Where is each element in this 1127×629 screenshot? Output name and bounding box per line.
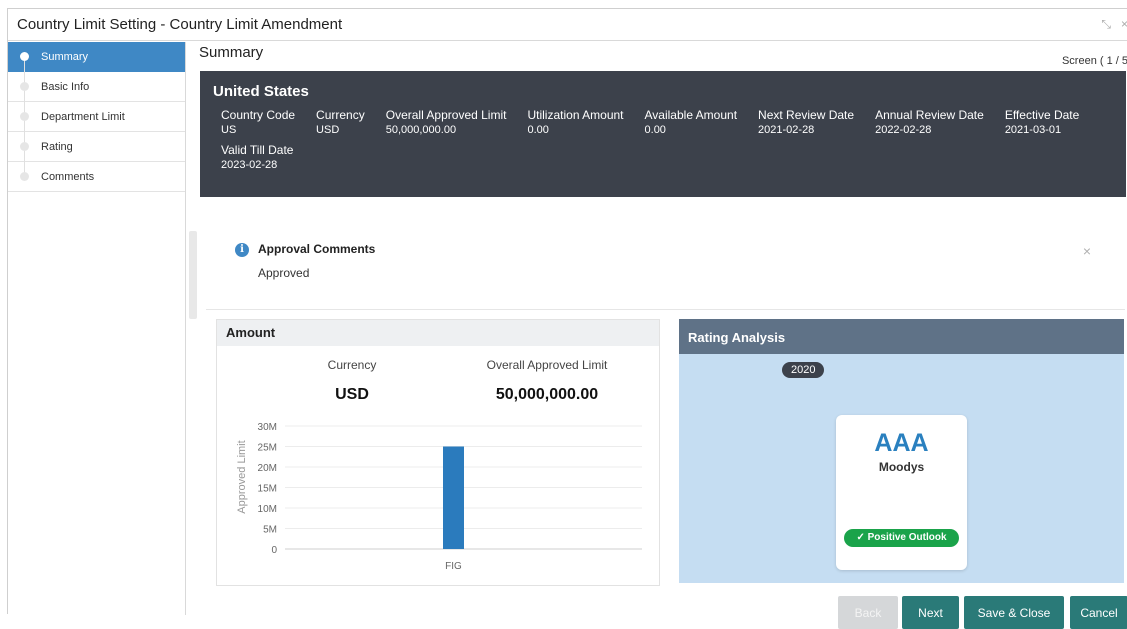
field-value: 2023-02-28 — [221, 159, 278, 171]
field-value: 2021-03-01 — [1004, 124, 1062, 136]
field-utilization-amount: Utilization Amount 0.00 — [527, 108, 623, 136]
sidebar-item-comments[interactable]: Comments — [8, 162, 185, 192]
field-label: Annual Review Date — [875, 108, 984, 122]
bar — [443, 446, 464, 549]
page-title: Summary — [199, 44, 264, 61]
amount-card: Amount Currency USD Overall Approved Lim… — [216, 319, 660, 586]
currency-label: Currency — [327, 358, 377, 372]
approved-limit-value: 50,000,000.00 — [495, 386, 599, 403]
sidebar-item-label: Summary — [41, 50, 89, 63]
y-tick-label: 5M — [263, 525, 277, 536]
approved-limit-chart: Approved Limit 0 5M 10M 15M 20M 25M 30M FIG — [236, 422, 642, 572]
y-tick-label: 0 — [271, 545, 277, 556]
field-value: USD — [316, 124, 340, 136]
rating-agency: Moodys — [878, 460, 925, 474]
field-effective-date: Effective Date 2021-03-01 — [1005, 108, 1079, 136]
field-next-review-date: Next Review Date 2021-02-28 — [758, 108, 854, 136]
sidebar-resize-handle[interactable] — [189, 231, 197, 319]
y-tick-label: 10M — [258, 504, 277, 515]
step-indicator-icon — [20, 112, 29, 121]
field-value: 50,000,000.00 — [385, 124, 457, 136]
field-value: 0.00 — [644, 124, 666, 136]
y-tick-label: 15M — [258, 484, 277, 495]
field-label: Next Review Date — [758, 108, 855, 122]
field-value: 0.00 — [527, 124, 549, 136]
close-icon[interactable]: × — [1083, 243, 1091, 259]
field-label: Utilization Amount — [527, 108, 624, 122]
field-available-amount: Available Amount 0.00 — [645, 108, 738, 136]
sidebar: Summary Basic Info Department Limit Rati… — [8, 42, 186, 615]
sidebar-item-label: Basic Info — [41, 80, 90, 93]
sidebar-item-department-limit[interactable]: Department Limit — [8, 102, 185, 143]
comments-title: Approval Comments — [258, 242, 376, 256]
field-country-code: Country Code US — [221, 108, 295, 136]
comments-text: Approved — [258, 266, 310, 280]
cancel-button[interactable]: Cancel — [1070, 596, 1127, 629]
rating-tile[interactable]: AAA Moodys ✓ Positive Outlook — [836, 415, 967, 570]
amount-title: Amount — [217, 320, 659, 346]
footer-actions: Back Next Save & Close Cancel — [838, 596, 1127, 629]
country-name: United States — [213, 83, 309, 100]
save-close-button[interactable]: Save & Close — [964, 596, 1064, 629]
step-indicator-icon — [20, 82, 29, 91]
field-annual-review-date: Annual Review Date 2022-02-28 — [875, 108, 984, 136]
y-tick-label: 20M — [258, 463, 277, 474]
y-tick-label: 25M — [258, 443, 277, 454]
rating-title: Rating Analysis — [679, 319, 1124, 354]
sidebar-item-summary[interactable]: Summary — [8, 42, 185, 83]
close-icon[interactable]: × — [1121, 17, 1127, 32]
currency-value: USD — [335, 386, 369, 403]
country-summary-card: United States Country Code US Currency U… — [200, 71, 1126, 197]
x-tick-label: FIG — [445, 561, 462, 572]
window-controls: ⤡ × — [1101, 17, 1127, 32]
collapse-icon[interactable]: ⤡ — [1101, 17, 1111, 32]
field-label: Overall Approved Limit — [385, 108, 507, 122]
main-content: Summary Screen ( 1 / 5 United States Cou… — [198, 42, 1127, 629]
field-label: Currency — [316, 108, 365, 122]
step-indicator-icon — [20, 52, 29, 61]
window-title: Country Limit Setting - Country Limit Am… — [17, 16, 343, 33]
field-label: Effective Date — [1004, 108, 1080, 122]
sidebar-item-label: Comments — [41, 170, 95, 183]
field-currency: Currency USD — [316, 108, 365, 136]
field-value: 2022-02-28 — [875, 124, 932, 136]
title-bar: Country Limit Setting - Country Limit Am… — [8, 9, 1127, 41]
next-button[interactable]: Next — [902, 596, 959, 629]
screen-counter: Screen ( 1 / 5 — [1061, 55, 1127, 67]
approved-limit-label: Overall Approved Limit — [486, 358, 608, 372]
sidebar-item-rating[interactable]: Rating — [8, 132, 185, 173]
sidebar-item-basic-info[interactable]: Basic Info — [8, 72, 185, 113]
sidebar-item-label: Department Limit — [41, 110, 125, 123]
field-label: Valid Till Date — [221, 143, 294, 157]
sidebar-item-label: Rating — [41, 140, 73, 153]
field-label: Available Amount — [644, 108, 738, 122]
field-overall-approved-limit: Overall Approved Limit 50,000,000.00 — [386, 108, 507, 136]
step-indicator-icon — [20, 142, 29, 151]
info-icon: i — [235, 243, 249, 257]
back-button[interactable]: Back — [838, 596, 898, 629]
field-value: 2021-02-28 — [758, 124, 815, 136]
field-valid-till-date: Valid Till Date 2023-02-28 — [221, 143, 293, 171]
outlook-badge: ✓ Positive Outlook — [844, 529, 959, 547]
approval-comments-panel: i Approval Comments Approved × — [206, 215, 1125, 310]
currency-summary: Currency USD — [302, 358, 402, 404]
field-value: US — [221, 124, 237, 136]
window: Country Limit Setting - Country Limit Am… — [7, 8, 1127, 629]
approved-limit-summary: Overall Approved Limit 50,000,000.00 — [462, 358, 632, 404]
rating-year-badge: 2020 — [782, 362, 825, 378]
rating-grade: AAA — [874, 429, 929, 457]
y-tick-label: 30M — [258, 422, 277, 433]
step-indicator-icon — [20, 172, 29, 181]
rating-analysis-card: Rating Analysis 2020 AAA Moodys ✓ Positi… — [679, 319, 1124, 583]
y-axis-label: Approved Limit — [236, 440, 248, 513]
field-label: Country Code — [221, 108, 296, 122]
summary-fields: Country Code US Currency USD Overall App… — [213, 108, 1123, 178]
